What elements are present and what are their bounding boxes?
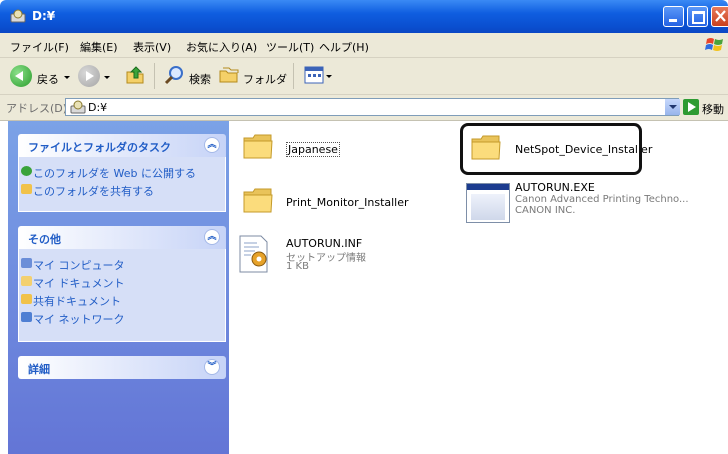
go-arrow-icon [688, 102, 696, 112]
file-company: CANON INC. [515, 205, 576, 216]
address-input[interactable] [65, 98, 679, 116]
menu-help[interactable]: ヘルプ(H) [319, 39, 369, 55]
folders-icon[interactable] [218, 65, 240, 85]
file-size: 1 KB [286, 261, 309, 272]
forward-button[interactable] [78, 65, 100, 87]
other-group-title: その他 [28, 233, 61, 246]
other-group-body: マイ コンピュータ マイ ドキュメント 共有ドキュメント マイ ネットワーク [18, 249, 226, 342]
maximize-button[interactable] [687, 6, 708, 27]
tasks-group-body: このフォルダを Web に公開する このフォルダを共有する [18, 157, 226, 212]
up-folder-icon[interactable] [124, 64, 146, 86]
back-button[interactable] [10, 65, 32, 87]
close-icon [715, 10, 726, 22]
share-folder-link[interactable]: このフォルダを共有する [21, 183, 154, 199]
windows-logo-icon [705, 38, 723, 51]
my-network-link[interactable]: マイ ネットワーク [21, 311, 125, 327]
toolbar-separator [293, 63, 294, 89]
title-bar[interactable]: D:¥ [0, 0, 728, 33]
menu-bar: ファイル(F) 編集(E) 表示(V) お気に入り(A) ツール(T) ヘルプ(… [0, 33, 728, 58]
tasks-group-title: ファイルとフォルダのタスク [28, 141, 171, 154]
menu-file[interactable]: ファイル(F) [10, 39, 69, 55]
back-dropdown-icon[interactable] [64, 76, 70, 79]
setup-info-icon [239, 235, 268, 273]
my-documents-link[interactable]: マイ ドキュメント [21, 275, 125, 291]
forward-arrow-icon [86, 71, 94, 81]
drive-icon [10, 9, 26, 23]
other-group-header[interactable]: その他 ︽ [18, 226, 226, 249]
folder-icon [21, 294, 32, 304]
folder-icon [243, 188, 273, 213]
shared-folder-icon [21, 184, 32, 194]
explorer-window: D:¥ ファイル(F) 編集(E) 表示(V) お気に入り(A) ツール(T) … [0, 0, 728, 454]
search-label[interactable]: 検索 [189, 71, 211, 87]
menu-tools[interactable]: ツール(T) [266, 39, 314, 55]
computer-icon [21, 258, 32, 268]
details-group-title: 詳細 [28, 363, 50, 376]
toolbar-separator [154, 63, 155, 89]
collapse-icon[interactable]: ︽ [204, 137, 220, 153]
folders-label[interactable]: フォルダ [243, 71, 287, 87]
go-label[interactable]: 移動 [702, 101, 724, 117]
details-group-header[interactable]: 詳細 ︾ [18, 356, 226, 379]
file-name: Japanese [286, 142, 340, 157]
search-icon[interactable] [163, 64, 185, 86]
chevron-down-icon [669, 105, 677, 109]
back-label: 戻る [37, 73, 59, 86]
window-title: D:¥ [32, 9, 56, 23]
address-label: アドレス(D) [6, 102, 68, 115]
collapse-icon[interactable]: ︽ [204, 229, 220, 245]
menu-view[interactable]: 表示(V) [133, 39, 171, 55]
application-icon [466, 183, 510, 223]
close-button[interactable] [711, 6, 728, 27]
file-name: AUTORUN.EXE [515, 181, 595, 194]
network-icon [21, 312, 32, 322]
menu-favorites[interactable]: お気に入り(A) [186, 39, 257, 55]
menu-edit[interactable]: 編集(E) [80, 39, 118, 55]
back-arrow-icon [15, 71, 23, 81]
expand-icon[interactable]: ︾ [204, 359, 220, 375]
views-dropdown-icon[interactable] [326, 75, 332, 78]
address-dropdown-button[interactable] [664, 99, 680, 115]
documents-icon [21, 276, 32, 286]
minimize-button[interactable] [663, 6, 684, 27]
my-computer-link[interactable]: マイ コンピュータ [21, 257, 125, 273]
file-description: Canon Advanced Printing Techno... [515, 194, 689, 205]
publish-web-link[interactable]: このフォルダを Web に公開する [21, 165, 196, 181]
go-button[interactable] [683, 99, 699, 115]
task-pane: ファイルとフォルダのタスク ︽ このフォルダを Web に公開する このフォルダ… [8, 121, 229, 454]
address-value: D:¥ [88, 101, 108, 114]
shared-documents-link[interactable]: 共有ドキュメント [21, 293, 121, 309]
file-name: Print_Monitor_Installer [286, 196, 409, 209]
globe-icon [21, 166, 32, 176]
drive-icon [70, 100, 86, 114]
highlight-annotation [460, 123, 642, 175]
folder-icon [243, 134, 273, 159]
forward-dropdown-icon[interactable] [104, 76, 110, 79]
tasks-group-header[interactable]: ファイルとフォルダのタスク ︽ [18, 134, 226, 157]
views-icon[interactable] [304, 66, 324, 84]
